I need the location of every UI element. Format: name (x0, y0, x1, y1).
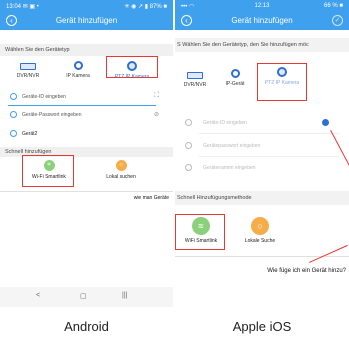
ios-caption: Apple iOS (232, 319, 292, 334)
device-type-ip-camera[interactable]: IP Kamera (58, 61, 98, 79)
ptz-highlight-box (106, 56, 158, 78)
title-bar: ‹ Gerät hinzufügen ✓ (175, 12, 349, 30)
device-name-input[interactable]: Gerätenamen eingeben (203, 165, 256, 171)
lock-icon (185, 142, 192, 149)
device-id-input[interactable]: Geräte-ID eingeben (22, 94, 66, 100)
eye-off-icon[interactable]: ⊘ (154, 111, 159, 118)
device-password-field[interactable]: Geräte-Passwort eingeben ⊘ (0, 110, 173, 122)
divider (0, 191, 173, 192)
nav-home-button[interactable]: ▢ (80, 292, 87, 300)
nav-menu-button[interactable]: ||| (122, 292, 127, 299)
help-link[interactable]: wie man Geräte (134, 195, 169, 201)
device-id-field[interactable]: Geräte-ID eingeben (175, 118, 349, 130)
device-password-input[interactable]: Gerätepasswort eingeben (203, 143, 260, 149)
device-type-heading: Wählen Sie den Gerätetyp (0, 44, 173, 56)
device-type-label: IP-Gerät (225, 81, 245, 87)
status-indicators: ✳ ◉ ↗ ▮ 87% ■ (124, 4, 167, 10)
search-icon: ○ (251, 217, 269, 235)
ptz-highlight-box (257, 63, 307, 101)
status-battery: 66 % ■ (324, 3, 343, 9)
device-password-field[interactable]: Gerätepasswort eingeben (175, 141, 349, 153)
status-bar: ••• ◠ 12:13 66 % ■ (175, 0, 349, 12)
smartlink-highlight-box (175, 214, 225, 250)
android-caption: Android (64, 319, 109, 334)
device-icon (10, 130, 17, 137)
device-type-dvr[interactable]: DVR/NVR (177, 72, 213, 88)
device-name-field[interactable]: Gerät2 (0, 129, 173, 141)
divider (199, 133, 339, 134)
option-label: Lokale Suche (244, 238, 276, 244)
help-link[interactable]: Wie füge ich ein Gerät hinzu? (267, 268, 346, 274)
scan-icon[interactable]: ⛶ (154, 92, 159, 100)
device-type-dvr[interactable]: DVR/NVR (8, 63, 48, 79)
android-screen: 13:04 ✉ ▣ • ✳ ◉ ↗ ▮ 87% ■ ‹ Gerät hinzuf… (0, 0, 173, 307)
local-search-option[interactable]: ○ Lokale Suche (238, 217, 282, 244)
option-label: Lokal suchen (106, 174, 136, 180)
device-type-label: DVR/NVR (16, 73, 40, 79)
annotation-line (309, 244, 348, 263)
dvr-icon (187, 72, 203, 79)
device-type-label: DVR/NVR (183, 82, 207, 88)
id-icon (10, 93, 17, 100)
status-time: 12:13 (254, 3, 270, 9)
device-type-ip-device[interactable]: IP-Gerät (217, 69, 253, 87)
confirm-icon[interactable]: ✓ (332, 15, 343, 26)
title-bar: ‹ Gerät hinzufügen (0, 12, 173, 30)
page-title: Gerät hinzufügen (231, 16, 293, 25)
device-id-input[interactable]: Geräte-ID eingeben (203, 120, 247, 126)
status-bar: 13:04 ✉ ▣ • ✳ ◉ ↗ ▮ 87% ■ (0, 0, 173, 12)
device-name-input[interactable]: Gerät2 (22, 131, 37, 137)
system-nav-bar: < ▢ ||| (0, 287, 173, 307)
device-icon (185, 164, 192, 171)
device-name-field[interactable]: Gerätenamen eingeben (175, 163, 349, 175)
ios-screen: ••• ◠ 12:13 66 % ■ ‹ Gerät hinzufügen ✓ … (175, 0, 349, 307)
camera-icon (73, 61, 83, 70)
device-id-field[interactable]: Geräte-ID eingeben ⛶ (0, 92, 173, 104)
device-type-heading: S Wählen Sie den Gerätetyp, den Sie hinz… (175, 38, 349, 52)
divider (8, 105, 156, 106)
info-icon[interactable] (322, 119, 329, 126)
dvr-icon (20, 63, 36, 70)
divider (199, 156, 339, 157)
nav-back-button[interactable]: < (36, 292, 40, 299)
camera-icon (230, 69, 240, 78)
lock-icon (10, 111, 17, 118)
status-time: 13:04 ✉ ▣ • (6, 4, 39, 10)
device-password-input[interactable]: Geräte-Passwort eingeben (22, 112, 81, 118)
page-title: Gerät hinzufügen (55, 16, 118, 25)
device-type-label: IP Kamera (66, 73, 90, 79)
id-icon (185, 119, 192, 126)
local-search-option[interactable]: ○ Lokal suchen (96, 160, 146, 180)
search-icon: ○ (115, 160, 127, 171)
smartlink-highlight-box (22, 155, 74, 187)
quick-add-heading: Schnell Hinzufügungsmethode (175, 191, 349, 205)
